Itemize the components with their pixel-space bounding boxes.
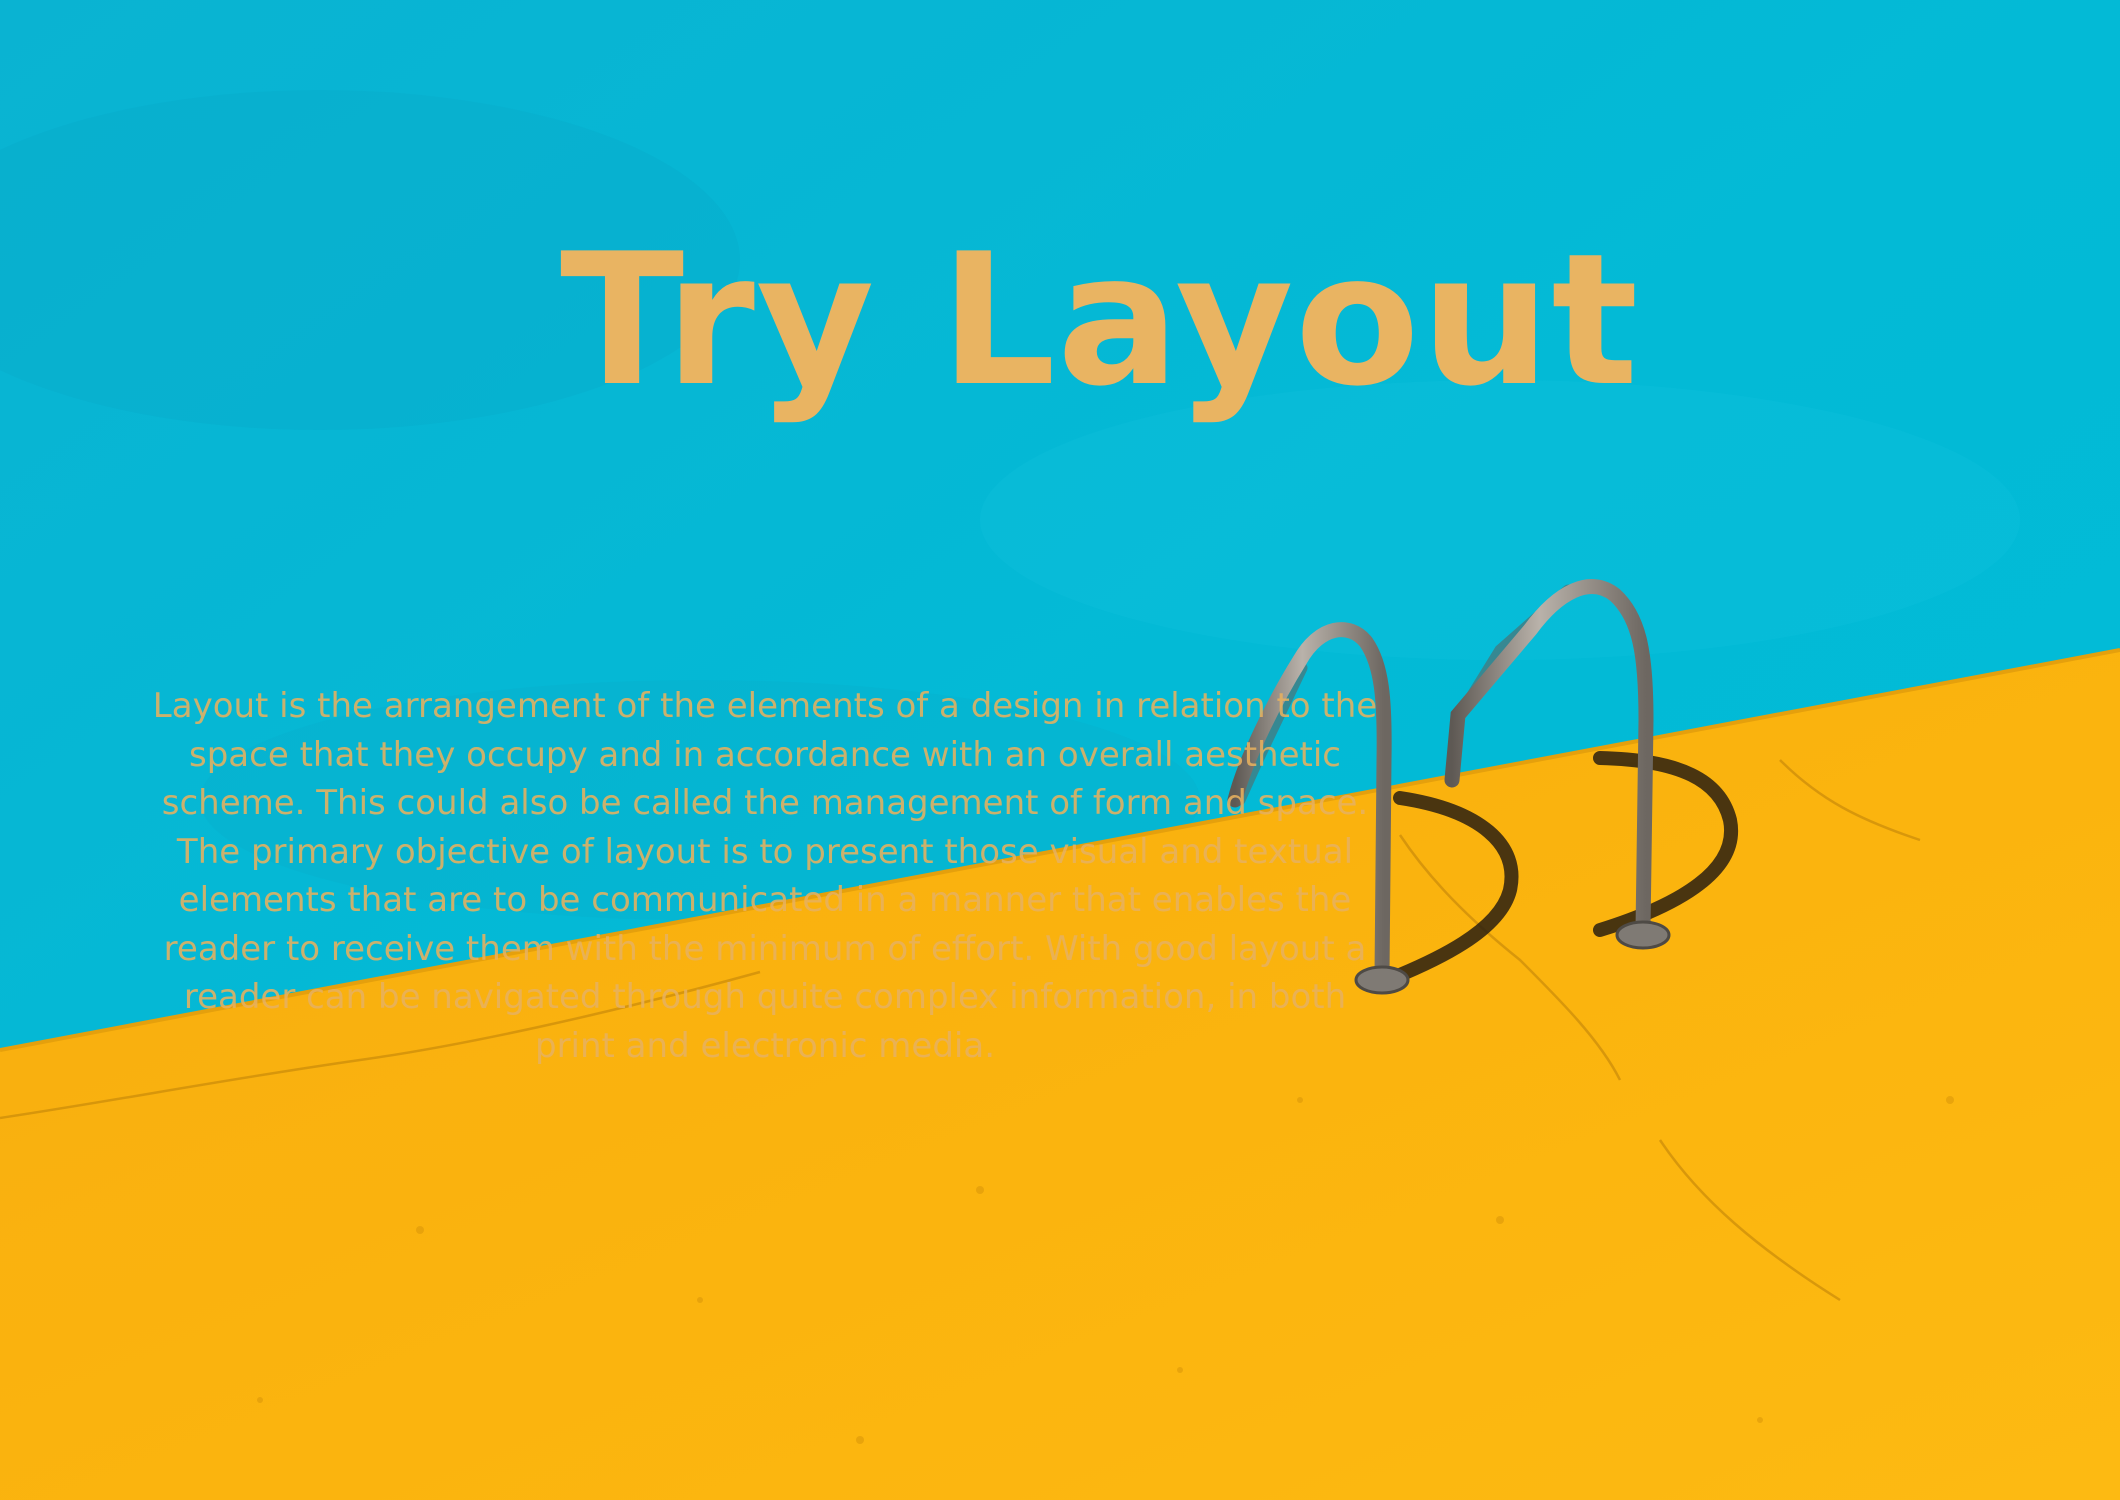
body-paragraph: Layout is the arrangement of the element… — [152, 686, 1378, 1066]
page-title: Try Layout — [560, 214, 1640, 426]
poster: Try Layout Layout is the arrangement of … — [0, 0, 2120, 1500]
